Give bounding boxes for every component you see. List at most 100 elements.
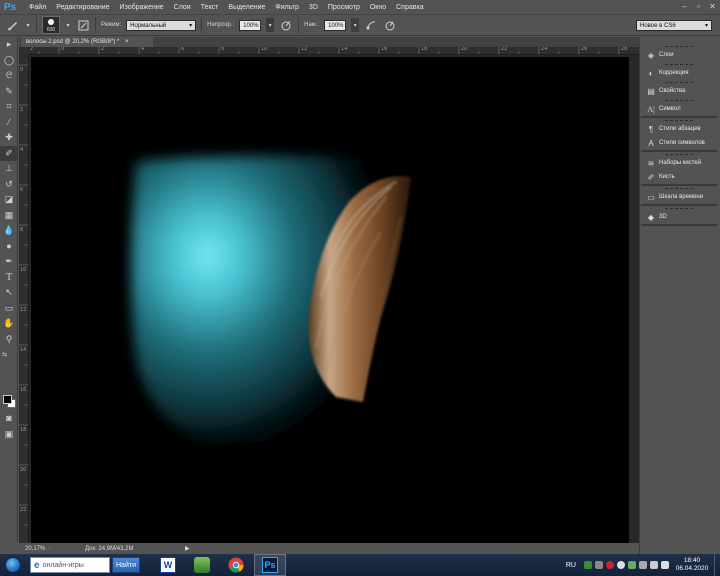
ruler-label: 14	[20, 347, 27, 353]
maximize-icon[interactable]: ▫	[694, 2, 703, 11]
menu-help[interactable]: Справка	[391, 4, 428, 11]
panel-character[interactable]: A| Символ	[641, 102, 717, 116]
panel-layers[interactable]: ◈ Слои	[641, 48, 717, 62]
brush-tool-icon[interactable]: ✐	[0, 145, 18, 161]
brush-size-picker[interactable]: 600	[42, 16, 60, 34]
ruler-label: 0	[61, 47, 65, 52]
hand-tool-icon[interactable]: ✋	[0, 316, 18, 332]
brush-panel-toggle-icon[interactable]	[76, 18, 90, 32]
pen-tool-icon[interactable]: ✒	[0, 254, 18, 270]
tray-app-icon[interactable]	[616, 561, 625, 569]
status-menu-arrow-icon[interactable]: ▶	[185, 545, 190, 552]
zoom-tool-icon[interactable]: ⚲	[0, 332, 18, 348]
ruler-corner[interactable]	[19, 47, 29, 55]
rectangle-tool-icon[interactable]: ▭	[0, 301, 18, 317]
search-input[interactable]: e онлайн-игры	[30, 557, 110, 573]
ruler-label: 14	[341, 47, 348, 52]
lasso-tool-icon[interactable]: ᘓ	[0, 68, 18, 84]
tray-app-icon[interactable]	[594, 561, 603, 569]
panel-3d[interactable]: ◆ 3D	[641, 210, 717, 224]
chevron-down-icon[interactable]: ▾	[65, 18, 71, 32]
vertical-ruler[interactable]: 0 2 4 6 8 10 12 14 16 18 20 22	[19, 55, 29, 543]
panel-timeline[interactable]: ▭ Шкала времени	[641, 190, 717, 204]
tray-app-icon[interactable]	[583, 561, 592, 569]
show-desktop-button[interactable]	[714, 554, 720, 576]
menu-layers[interactable]: Слои	[169, 4, 196, 11]
menu-file[interactable]: Файл	[24, 4, 51, 11]
chevron-down-icon[interactable]: ▾	[266, 18, 275, 32]
search-button[interactable]: Найти	[112, 557, 140, 573]
zoom-sep-icon: ◦	[49, 545, 52, 552]
panel-properties[interactable]: ▤ Свойства	[641, 84, 717, 98]
menu-edit[interactable]: Редактирование	[51, 4, 114, 11]
workspace-select[interactable]: Новое в CS6 ▾	[636, 20, 712, 31]
flow-input[interactable]: 100%	[324, 19, 347, 31]
tray-app-icon[interactable]	[605, 561, 614, 569]
minimize-icon[interactable]: –	[680, 2, 689, 11]
panel-adjustments[interactable]: ◐ Коррекция	[641, 66, 717, 80]
crop-tool-icon[interactable]: ⌗	[0, 99, 18, 115]
menu-image[interactable]: Изображение	[115, 4, 169, 11]
quick-mask-icon[interactable]: ◙	[0, 410, 18, 426]
blur-tool-icon[interactable]: 💧	[0, 223, 18, 239]
ruler-label: 16	[381, 47, 388, 52]
clone-stamp-tool-icon[interactable]: ⊥	[0, 161, 18, 177]
move-tool-icon[interactable]: ▸	[0, 37, 18, 53]
taskbar-app-picture[interactable]	[186, 554, 218, 576]
chevron-down-icon[interactable]: ▾	[25, 18, 31, 32]
marquee-tool-icon[interactable]: ◯	[0, 53, 18, 69]
ruler-label: 4	[20, 147, 24, 153]
document-tab[interactable]: волосы 2.psd @ 20,2% (RGB/8*) * ×	[21, 37, 153, 47]
blend-mode-select[interactable]: Нормальный ▾	[126, 19, 197, 31]
swap-colors-icon[interactable]: ⇆	[0, 347, 18, 363]
document-canvas[interactable]	[31, 57, 629, 544]
close-tab-icon[interactable]: ×	[125, 39, 129, 45]
eyedropper-tool-icon[interactable]: ⁄	[0, 115, 18, 131]
start-button[interactable]	[0, 554, 26, 576]
panel-paragraph-styles[interactable]: ¶ Стили абзацев	[641, 122, 717, 136]
airbrush-icon[interactable]	[364, 18, 378, 32]
tray-app-icon[interactable]	[627, 561, 636, 569]
quick-selection-tool-icon[interactable]: ✎	[0, 84, 18, 100]
panel-character-styles[interactable]: A Стили символов	[641, 136, 717, 150]
screen-mode-icon[interactable]: ▣	[0, 427, 18, 443]
opacity-input[interactable]: 100%	[239, 19, 262, 31]
type-tool-icon[interactable]: T	[0, 270, 18, 286]
menu-3d[interactable]: 3D	[304, 4, 323, 11]
panel-brush-presets[interactable]: ≋ Наборы кистей	[641, 156, 717, 170]
network-icon[interactable]	[649, 561, 658, 569]
chevron-down-icon[interactable]: ▾	[351, 18, 360, 32]
close-window-icon[interactable]: ✕	[708, 2, 717, 11]
foreground-color-swatch[interactable]	[3, 395, 12, 404]
path-selection-tool-icon[interactable]: ↖	[0, 285, 18, 301]
taskbar-app-photoshop[interactable]: Ps	[254, 554, 286, 576]
size-pressure-icon[interactable]	[383, 18, 397, 32]
menu-select[interactable]: Выделение	[223, 4, 270, 11]
panel-brush[interactable]: ✐ Кисть	[641, 170, 717, 184]
divider	[298, 17, 300, 33]
taskbar-app-word[interactable]: W	[152, 554, 184, 576]
history-brush-tool-icon[interactable]: ↺	[0, 177, 18, 193]
menu-type[interactable]: Текст	[196, 4, 224, 11]
document-tab-bar: волосы 2.psd @ 20,2% (RGB/8*) * ×	[19, 37, 639, 47]
gradient-tool-icon[interactable]: ▦	[0, 208, 18, 224]
volume-icon[interactable]	[660, 561, 669, 569]
zoom-level[interactable]: 20,17%	[19, 546, 49, 552]
dodge-tool-icon[interactable]: ●	[0, 239, 18, 255]
language-indicator[interactable]: RU	[566, 562, 576, 569]
windows-taskbar: e онлайн-игры Найти W Ps RU 18:40 06.04.…	[0, 554, 720, 576]
opacity-pressure-icon[interactable]	[279, 18, 293, 32]
menu-window[interactable]: Окно	[365, 4, 391, 11]
panel-label: 3D	[659, 214, 667, 220]
taskbar-app-chrome[interactable]	[220, 554, 252, 576]
menu-filter[interactable]: Фильтр	[270, 4, 304, 11]
tray-app-icon[interactable]	[638, 561, 647, 569]
healing-brush-tool-icon[interactable]: ✚	[0, 130, 18, 146]
menu-view[interactable]: Просмотр	[323, 4, 365, 11]
eraser-tool-icon[interactable]: ◪	[0, 192, 18, 208]
ruler-label: 2	[30, 47, 34, 52]
horizontal-ruler[interactable]: 2 0 2 4 6 8 10 12 14 16 18 20 22 24 26 2…	[29, 47, 639, 55]
status-bar: 20,17% ◦ Док: 24,9M/43,2M ▶	[19, 543, 639, 554]
clock[interactable]: 18:40 06.04.2020	[670, 557, 714, 573]
brush-tool-preset-icon[interactable]	[6, 18, 20, 32]
